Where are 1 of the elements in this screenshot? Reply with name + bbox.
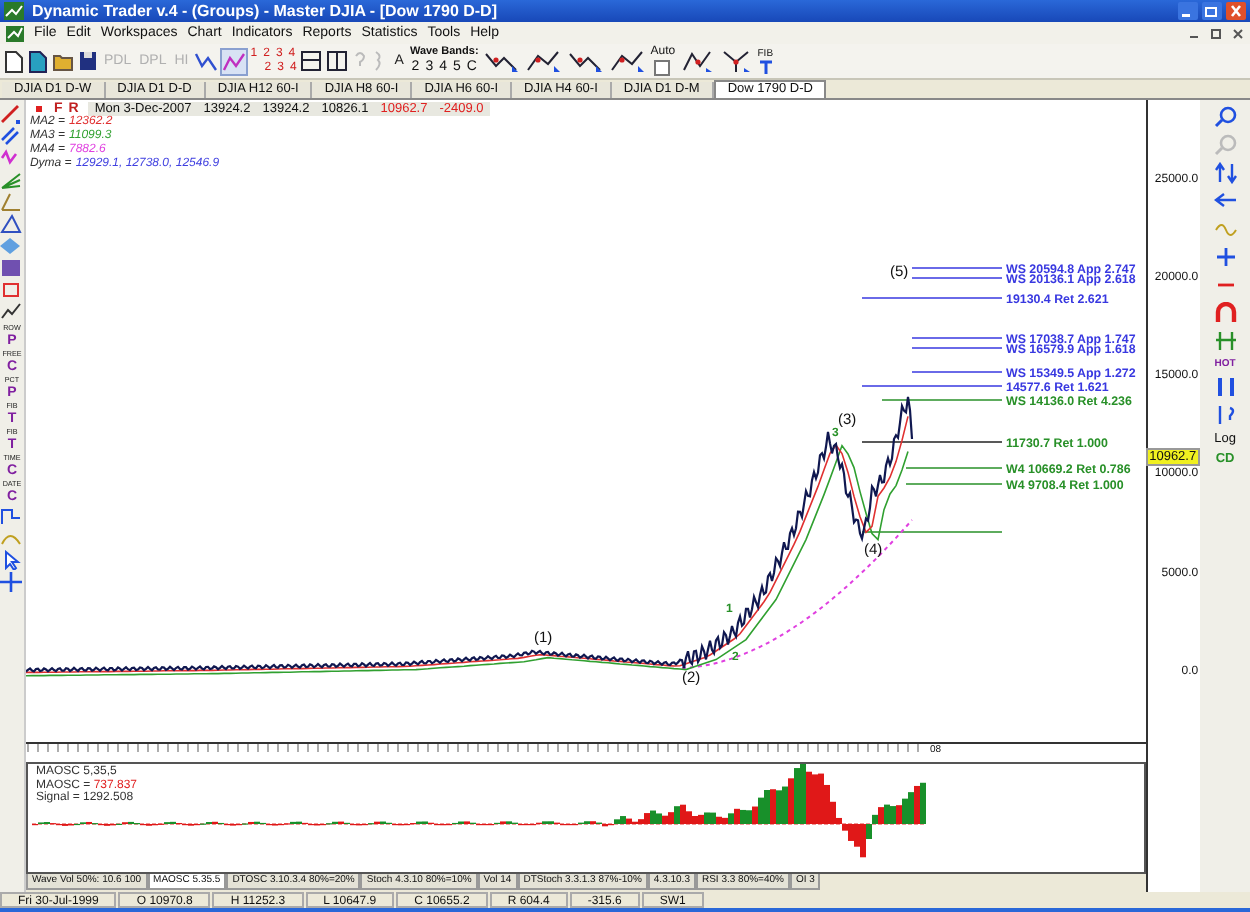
window-title: Dynamic Trader v.4 - (Groups) - Master DJIA - [Dow 1790 D-D] <box>32 2 497 20</box>
